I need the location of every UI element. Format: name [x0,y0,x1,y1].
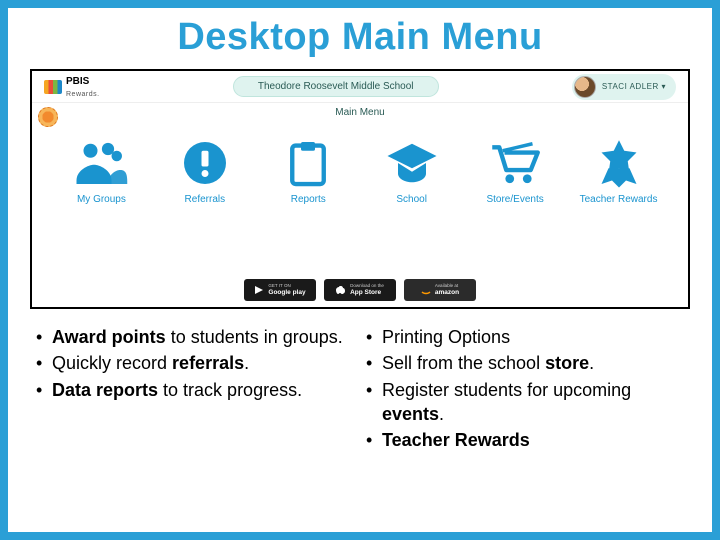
amazon-icon [421,285,431,295]
tile-label: Reports [291,194,326,205]
app-logo: PBIS Rewards. [44,75,100,99]
tile-label: Store/Events [486,194,543,205]
star-badge-icon [591,138,647,188]
user-name-label: STACI ADLER ▾ [602,82,666,91]
bullet-item: Quickly record referrals. [34,351,356,375]
tile-row: My Groups Referrals Reports [32,122,688,213]
school-pill[interactable]: Theodore Roosevelt Middle School [233,76,439,97]
bullet-item: Printing Options [364,325,686,349]
clipboard-icon [280,138,336,188]
tile-label: School [396,194,427,205]
logo-text: PBIS [66,76,89,87]
bullet-item: Register students for upcoming events. [364,378,686,427]
bullet-col-left: Award points to students in groups. Quic… [34,325,356,454]
bullet-item: Teacher Rewards [364,428,686,452]
apple-icon [336,285,346,295]
tile-label: My Groups [77,194,126,205]
graduation-icon [384,138,440,188]
cart-icon [487,138,543,188]
tile-store[interactable]: Store/Events [469,138,561,205]
tile-school[interactable]: School [366,138,458,205]
tile-label: Referrals [185,194,226,205]
bullet-item: Sell from the school store. [364,351,686,375]
bullet-col-right: Printing Options Sell from the school st… [364,325,686,454]
google-play-icon [254,285,264,295]
bullet-item: Data reports to track progress. [34,378,356,402]
tile-reports[interactable]: Reports [262,138,354,205]
logo-subtext: Rewards. [66,91,100,98]
tile-label: Teacher Rewards [580,194,658,205]
app-screenshot: PBIS Rewards. Theodore Roosevelt Middle … [30,69,690,309]
tile-referrals[interactable]: Referrals [159,138,251,205]
bullet-item: Award points to students in groups. [34,325,356,349]
groups-icon [73,138,129,188]
google-play-badge[interactable]: GET IT ONGoogle play [244,279,316,301]
seal-badge-icon [38,107,58,127]
subheader: Main Menu [32,103,688,122]
tile-teacher-rewards[interactable]: Teacher Rewards [573,138,665,205]
topbar: PBIS Rewards. Theodore Roosevelt Middle … [32,71,688,103]
user-menu[interactable]: STACI ADLER ▾ [572,74,676,100]
alert-icon [177,138,233,188]
tile-my-groups[interactable]: My Groups [55,138,147,205]
slide: Desktop Main Menu PBIS Rewards. Theodore… [0,0,720,540]
store-badges: GET IT ONGoogle play Download on theApp … [32,279,688,301]
avatar [574,76,596,98]
bullet-columns: Award points to students in groups. Quic… [8,317,712,454]
app-store-badge[interactable]: Download on theApp Store [324,279,396,301]
logo-badge-icon [44,80,62,94]
slide-title: Desktop Main Menu [8,8,712,65]
amazon-badge[interactable]: Available atamazon [404,279,476,301]
